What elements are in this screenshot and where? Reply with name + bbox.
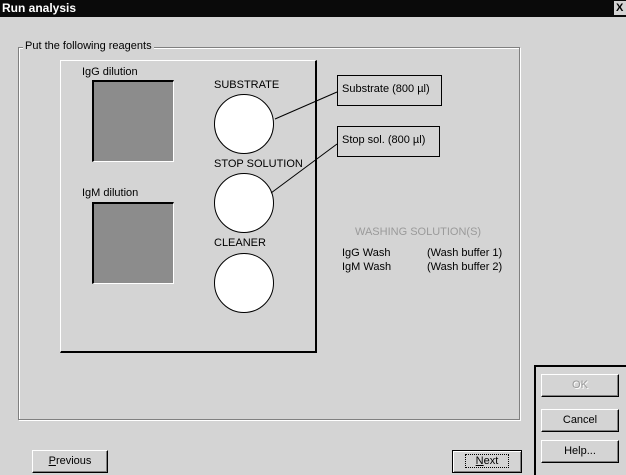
close-button[interactable]: X [614, 1, 626, 15]
next-focus-rect: Next [464, 454, 510, 468]
cleaner-label: CLEANER [214, 237, 266, 249]
wash-row-buffer: (Wash buffer 1) [427, 247, 503, 259]
stop-solution-bottle [214, 173, 274, 233]
window-title: Run analysis [2, 1, 77, 15]
previous-mnemonic: P [48, 455, 56, 467]
igg-dilution-label: IgG dilution [82, 66, 138, 78]
stop-volume-text: Stop sol. (800 µl) [342, 134, 426, 146]
substrate-label: SUBSTRATE [214, 79, 280, 91]
next-button[interactable]: Next [452, 450, 522, 473]
title-bar: Run analysis X [0, 0, 626, 17]
igm-dilution-label: IgM dilution [82, 187, 139, 199]
igm-dilution-well [92, 202, 174, 284]
next-label: ext [483, 455, 499, 467]
cancel-button[interactable]: Cancel [541, 409, 619, 432]
wash-row-name: IgG Wash [342, 247, 391, 259]
igg-dilution-well [92, 80, 174, 162]
stop-volume-callout: Stop sol. (800 µl) [337, 126, 440, 157]
close-icon: X [616, 2, 624, 14]
groupbox-legend: Put the following reagents [23, 40, 154, 53]
stop-solution-label: STOP SOLUTION [214, 158, 303, 170]
wash-row-buffer: (Wash buffer 2) [427, 261, 503, 273]
washing-solutions-title: WASHING SOLUTION(S) [355, 226, 482, 238]
previous-label: revious [55, 455, 92, 467]
ok-button[interactable]: OK [541, 374, 619, 397]
previous-button[interactable]: Previous [32, 450, 108, 473]
help-button[interactable]: Help... [541, 440, 619, 463]
wash-row-name: IgM Wash [342, 261, 392, 273]
next-mnemonic: N [475, 455, 484, 467]
substrate-volume-text: Substrate (800 µl) [342, 83, 430, 95]
substrate-volume-callout: Substrate (800 µl) [337, 75, 442, 106]
cleaner-bottle [214, 253, 274, 313]
substrate-bottle [214, 94, 274, 154]
